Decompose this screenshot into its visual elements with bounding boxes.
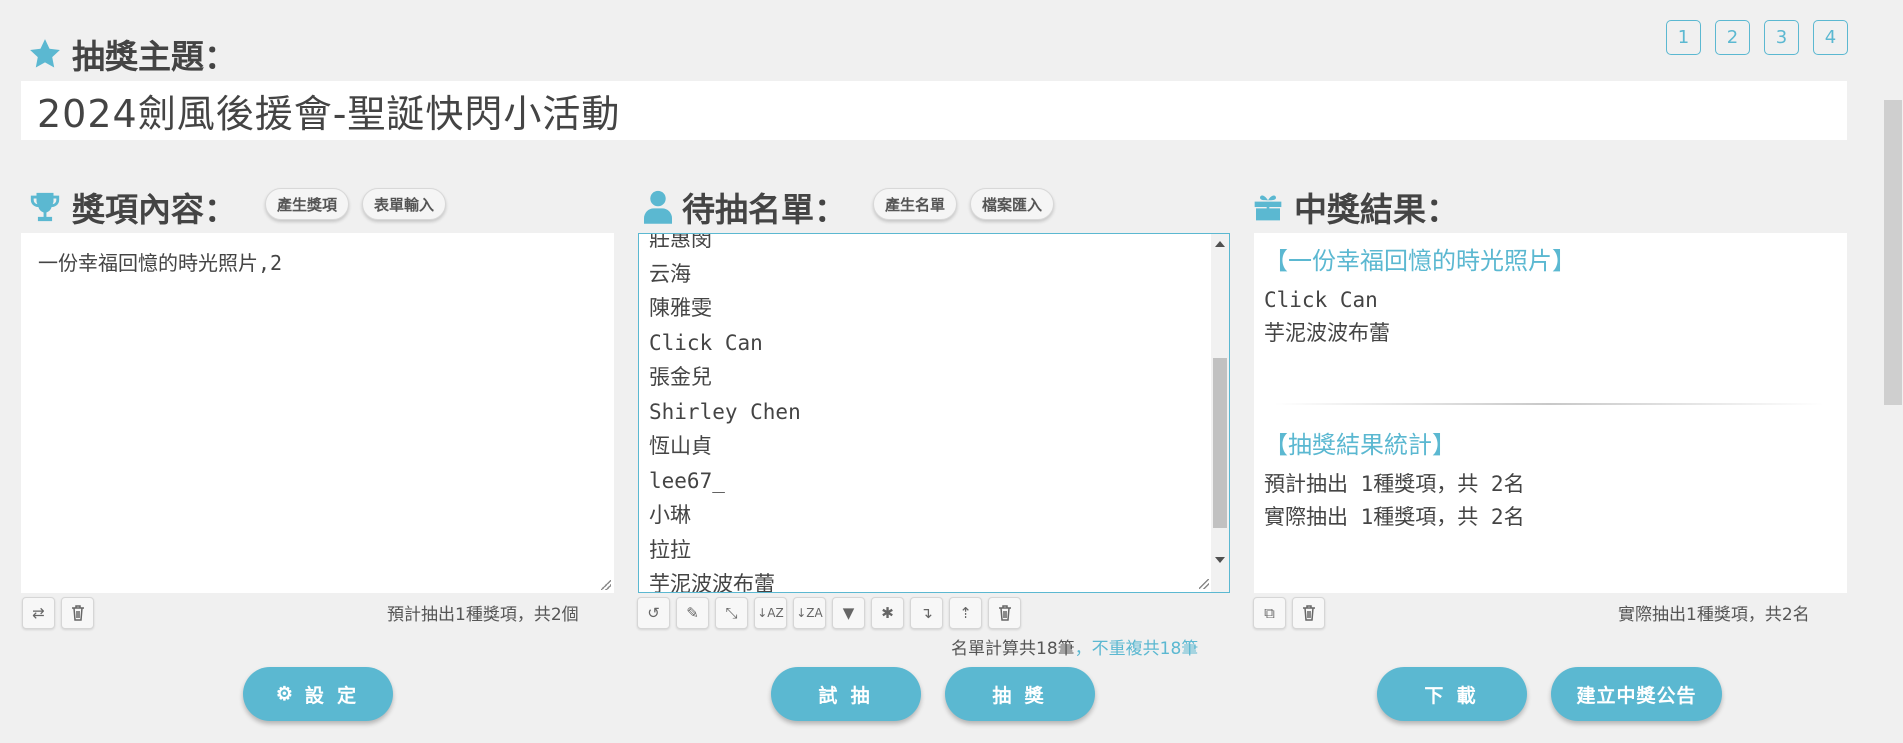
list-item: 芋泥波波布蕾 <box>649 572 775 593</box>
list-item: 云海 <box>649 261 691 286</box>
stats-expected: 預計抽出 1種獎項，共 2名 <box>1264 472 1525 496</box>
star-icon <box>28 37 62 71</box>
resize-handle[interactable] <box>601 580 611 590</box>
stats-heading: 【抽獎結果統計】 <box>1264 431 1456 459</box>
trash-icon <box>1302 605 1315 621</box>
list-item: 恆山貞 <box>649 434 712 458</box>
generate-prizes-button[interactable]: 產生獎項 <box>265 188 350 220</box>
draw-button[interactable]: 抽 獎 <box>945 667 1095 721</box>
prizes-header: 獎項內容： <box>28 183 237 231</box>
results-label: 中獎結果： <box>1294 190 1459 229</box>
settings-button[interactable]: ⚙ 設 定 <box>243 667 393 721</box>
undo-button[interactable]: ↺ <box>637 597 670 629</box>
undo-icon: ↺ <box>647 604 660 622</box>
results-toolbar: ⧉ <box>1253 597 1325 629</box>
scroll-down-arrow-icon[interactable] <box>1215 557 1225 563</box>
trophy-icon <box>28 190 62 224</box>
names-textarea[interactable]: 莊惠閔 云海 陳雅雯 Click Can 張金兒 Shirley Chen 恆山… <box>638 233 1230 593</box>
move-down-button[interactable]: ↴ <box>910 597 943 629</box>
generate-names-button[interactable]: 產生名單 <box>873 188 958 220</box>
import-file-button[interactable]: 檔案匯入 <box>970 188 1055 220</box>
prize-content: 一份幸福回憶的時光照片,2 <box>38 251 283 275</box>
list-item: lee67_ <box>649 468 725 493</box>
list-item: 小琳 <box>649 503 691 527</box>
sort-asc-icon: ↓AZ <box>757 606 784 620</box>
names-count-unique: ，不重複共18筆 <box>1074 639 1199 659</box>
list-item: 莊惠閔 <box>649 233 712 251</box>
create-announcement-button[interactable]: 建立中獎公告 <box>1551 667 1722 721</box>
result-prize-heading: 【一份幸福回憶的時光照片】 <box>1264 247 1576 275</box>
page-tab-2[interactable]: 2 <box>1715 20 1750 55</box>
page-scrollbar-thumb[interactable] <box>1884 100 1902 405</box>
winner-item: 芋泥波波布蕾 <box>1264 321 1390 345</box>
names-count-total: 名單計算共18筆 <box>951 639 1075 659</box>
arrow-up-icon: ⇡ <box>959 604 972 622</box>
theme-label: 抽獎主題： <box>72 37 237 76</box>
names-header: 待抽名單： <box>644 183 847 231</box>
clear-names-button[interactable] <box>988 597 1021 629</box>
download-button[interactable]: 下 載 <box>1377 667 1527 721</box>
list-item: 陳雅雯 <box>649 296 712 320</box>
move-up-button[interactable]: ⇡ <box>949 597 982 629</box>
swap-button[interactable]: ⇄ <box>22 597 55 629</box>
copy-results-button[interactable]: ⧉ <box>1253 597 1286 629</box>
filter-button[interactable]: ▼ <box>832 597 865 629</box>
divider <box>1274 403 1824 405</box>
list-item: Shirley Chen <box>649 399 801 424</box>
copy-icon: ⧉ <box>1264 604 1275 622</box>
clear-prizes-button[interactable] <box>61 597 94 629</box>
names-list: 莊惠閔 云海 陳雅雯 Click Can 張金兒 Shirley Chen 恆山… <box>649 233 801 593</box>
compress-button[interactable]: ⤡ <box>715 597 748 629</box>
trial-draw-button[interactable]: 試 抽 <box>771 667 921 721</box>
winner-item: Click Can <box>1264 288 1378 312</box>
result-stats: 【抽獎結果統計】 預計抽出 1種獎項，共 2名 實際抽出 1種獎項，共 2名 <box>1264 425 1525 534</box>
page-tab-4[interactable]: 4 <box>1813 20 1848 55</box>
list-item: 張金兒 <box>649 365 712 389</box>
theme-input[interactable] <box>21 81 1847 140</box>
form-input-button[interactable]: 表單輸入 <box>362 188 447 220</box>
prize-toolbar: ⇄ <box>22 597 94 629</box>
settings-label: 設 定 <box>304 685 361 707</box>
trash-icon <box>998 605 1011 621</box>
arrow-down-icon: ↴ <box>920 604 933 622</box>
asterisk-button[interactable]: ✱ <box>871 597 904 629</box>
prize-summary: 預計抽出1種獎項，共2個 <box>387 605 579 625</box>
names-count: 名單計算共18筆，不重複共18筆 <box>951 634 1198 659</box>
scroll-up-arrow-icon[interactable] <box>1215 241 1225 247</box>
filter-icon: ▼ <box>842 604 855 622</box>
results-panel: 【一份幸福回憶的時光照片】 Click Can 芋泥波波布蕾 【抽獎結果統計】 … <box>1254 233 1847 593</box>
list-item: Click Can <box>649 330 763 355</box>
magic-wand-icon: ✎ <box>686 604 699 622</box>
prizes-label: 獎項內容： <box>72 190 237 229</box>
theme-title: 抽獎主題： <box>28 30 237 78</box>
clear-results-button[interactable] <box>1292 597 1325 629</box>
magic-button[interactable]: ✎ <box>676 597 709 629</box>
gear-icon: ⚙ <box>275 683 297 705</box>
user-icon <box>644 190 672 224</box>
names-label: 待抽名單： <box>682 190 847 229</box>
list-item: 拉拉 <box>649 537 691 562</box>
swap-icon: ⇄ <box>32 604 45 622</box>
prizes-textarea[interactable]: 一份幸福回憶的時光照片,2 <box>21 233 614 593</box>
stats-actual: 實際抽出 1種獎項，共 2名 <box>1264 505 1525 529</box>
page-tab-3[interactable]: 3 <box>1764 20 1799 55</box>
sort-desc-button[interactable]: ↓ZA <box>793 597 826 629</box>
sort-desc-icon: ↓ZA <box>796 606 823 620</box>
names-scrollbar-thumb[interactable] <box>1213 358 1227 528</box>
results-summary: 實際抽出1種獎項，共2名 <box>1618 605 1810 625</box>
trash-icon <box>71 605 84 621</box>
resize-handle[interactable] <box>1199 579 1209 589</box>
page-tab-1[interactable]: 1 <box>1666 20 1701 55</box>
results-header: 中獎結果： <box>1252 183 1459 231</box>
page-tabs: 1 2 3 4 <box>1666 20 1848 55</box>
compress-icon: ⤡ <box>725 604 738 622</box>
gift-icon <box>1252 191 1284 223</box>
names-toolbar: ↺ ✎ ⤡ ↓AZ ↓ZA ▼ ✱ ↴ ⇡ <box>637 597 1021 629</box>
sort-asc-button[interactable]: ↓AZ <box>754 597 787 629</box>
asterisk-icon: ✱ <box>881 604 894 622</box>
names-scrollbar[interactable] <box>1211 234 1229 592</box>
